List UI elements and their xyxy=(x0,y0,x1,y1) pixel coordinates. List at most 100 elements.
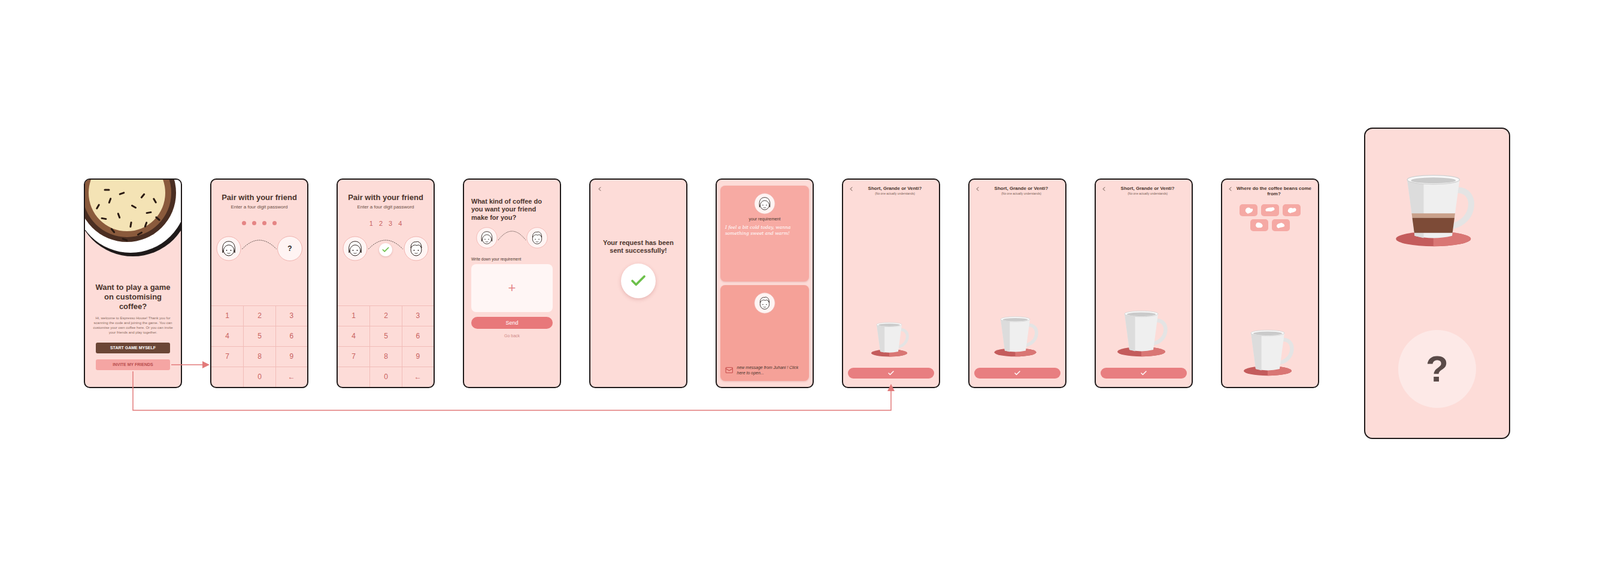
origin-content: Where do the coffee beans come from? xyxy=(1222,179,1318,387)
header-title: Short, Grande or Venti? xyxy=(868,185,923,192)
sent-body: Your request has been sent successfully! xyxy=(596,238,681,299)
code-row xyxy=(241,219,277,228)
size-screen: Short, Grande or Venti?(No one actually … xyxy=(841,178,941,389)
keypad-key[interactable]: 2 xyxy=(369,305,402,326)
keypad-key[interactable]: 1 xyxy=(211,305,244,326)
flow-arrows xyxy=(0,0,1600,566)
keypad: 123 456 7890← xyxy=(337,305,434,387)
requirement-input[interactable]: + xyxy=(471,264,553,312)
avatar-icon xyxy=(753,192,776,215)
keypad-key[interactable]: 8 xyxy=(369,346,402,367)
size-screen: Short, Grande or Venti?(No one actually … xyxy=(1094,178,1193,389)
chevron-left-icon xyxy=(847,185,855,193)
confirm-button[interactable] xyxy=(1100,367,1187,379)
keypad-key[interactable]: 4 xyxy=(337,325,370,347)
keypad-key[interactable]: 1 xyxy=(337,305,370,326)
back-button[interactable] xyxy=(847,185,855,193)
pair-subtitle: Enter a four digit password xyxy=(230,204,288,210)
chevron-left-icon xyxy=(974,185,981,193)
code-digit: 1 xyxy=(369,219,374,227)
pair-content: Pair with your friendEnter a four digit … xyxy=(337,179,434,387)
screen-header: Where do the coffee beans come from? xyxy=(1226,185,1314,198)
coffee-top-view-icon xyxy=(85,179,181,264)
back-button[interactable] xyxy=(596,185,681,193)
pair-link xyxy=(367,235,404,254)
header-text: Short, Grande or Venti?(No one actually … xyxy=(1108,185,1187,196)
header-subtitle: (No one actually understands) xyxy=(1001,191,1042,196)
chevron-left-icon xyxy=(596,185,603,193)
keypad-key[interactable]: 6 xyxy=(275,325,308,347)
cup-area xyxy=(1226,231,1314,379)
header-text: Short, Grande or Venti?(No one actually … xyxy=(855,185,935,196)
back-button[interactable] xyxy=(974,185,981,193)
invite-button[interactable]: INVITE MY FRIENDS xyxy=(95,359,171,371)
check-icon xyxy=(381,245,390,254)
requirement-card: your requirementI feel a bit cold today,… xyxy=(720,185,809,282)
region-tile[interactable] xyxy=(1239,204,1258,217)
avatar-icon xyxy=(216,235,242,262)
keypad-key[interactable]: 4 xyxy=(211,325,244,347)
cup-area xyxy=(974,195,1061,368)
keypad-key[interactable]: ← xyxy=(401,366,434,387)
header-title: Short, Grande or Venti? xyxy=(1120,185,1175,192)
pair-avatars: ? xyxy=(211,235,308,262)
code-row: 1234 xyxy=(369,219,403,228)
code-dot xyxy=(252,220,257,226)
keypad-key[interactable]: 9 xyxy=(401,346,434,367)
header-title: Where do the coffee beans come from? xyxy=(1234,185,1314,198)
header-subtitle: (No one actually understands) xyxy=(874,191,915,196)
unknown-friend: ? xyxy=(277,235,303,262)
start-button[interactable]: START GAME MYSELF xyxy=(95,342,171,354)
keypad-key[interactable] xyxy=(337,366,370,387)
avatar-icon xyxy=(476,226,498,249)
region-map-icon xyxy=(1274,219,1288,231)
message-card[interactable]: new message from Juhani ! Click here to … xyxy=(720,285,809,381)
confirm-button[interactable] xyxy=(847,367,935,379)
keypad-key[interactable]: 5 xyxy=(369,325,402,347)
keypad-key[interactable]: 7 xyxy=(337,346,370,367)
keypad-key[interactable]: 5 xyxy=(243,325,275,347)
keypad-key[interactable]: 3 xyxy=(401,305,434,326)
back-button[interactable] xyxy=(1100,185,1108,193)
screen-header: Short, Grande or Venti?(No one actually … xyxy=(974,185,1061,196)
region-tile[interactable] xyxy=(1250,219,1269,232)
request-content: What kind of coffee do you want your fri… xyxy=(464,179,560,338)
keypad: 123 456 7890← xyxy=(211,305,308,387)
screen-row: Want to play a game on customising coffe… xyxy=(83,127,1511,439)
confirm-button[interactable] xyxy=(974,367,1061,379)
check-icon xyxy=(1140,369,1148,377)
region-tile[interactable] xyxy=(1282,204,1301,217)
keypad-key[interactable]: 9 xyxy=(275,346,308,367)
region-map-icon xyxy=(1263,204,1277,216)
dashed-arc-icon xyxy=(241,235,278,254)
keypad-key[interactable]: 7 xyxy=(211,346,244,367)
back-button[interactable] xyxy=(1226,185,1234,193)
keypad-key[interactable]: 0 xyxy=(243,366,275,387)
send-button[interactable]: Send xyxy=(471,316,553,329)
sent-content: Your request has been sent successfully! xyxy=(590,179,687,299)
mail-icon xyxy=(725,364,734,376)
requirement-text: I feel a bit cold today, wanna something… xyxy=(725,224,805,237)
keypad-key[interactable]: ← xyxy=(275,366,308,387)
go-back-link[interactable]: Go back xyxy=(471,333,553,338)
result-content: ? xyxy=(1365,128,1509,438)
keypad-key[interactable] xyxy=(211,366,244,387)
invite-flow-arrow xyxy=(171,364,208,366)
keypad-key[interactable]: 6 xyxy=(401,325,434,347)
welcome-content: Want to play a game on customising coffe… xyxy=(85,282,181,387)
request-avatars xyxy=(471,226,553,249)
pair-title: Pair with your friend xyxy=(347,192,424,203)
pair-screen: Pair with your friendEnter a four digit … xyxy=(336,178,435,389)
pair-subtitle: Enter a four digit password xyxy=(356,204,414,210)
region-tile[interactable] xyxy=(1271,219,1290,232)
keypad-key[interactable]: 0 xyxy=(369,366,402,387)
cup-icon xyxy=(1392,164,1483,248)
cup-area xyxy=(847,195,935,368)
welcome-title: Want to play a game on customising coffe… xyxy=(92,282,174,312)
region-tile[interactable] xyxy=(1261,204,1280,217)
code-dot xyxy=(241,220,247,226)
code-digit: 2 xyxy=(379,219,383,227)
keypad-key[interactable]: 8 xyxy=(243,346,275,367)
keypad-key[interactable]: 2 xyxy=(243,305,275,326)
keypad-key[interactable]: 3 xyxy=(275,305,308,326)
